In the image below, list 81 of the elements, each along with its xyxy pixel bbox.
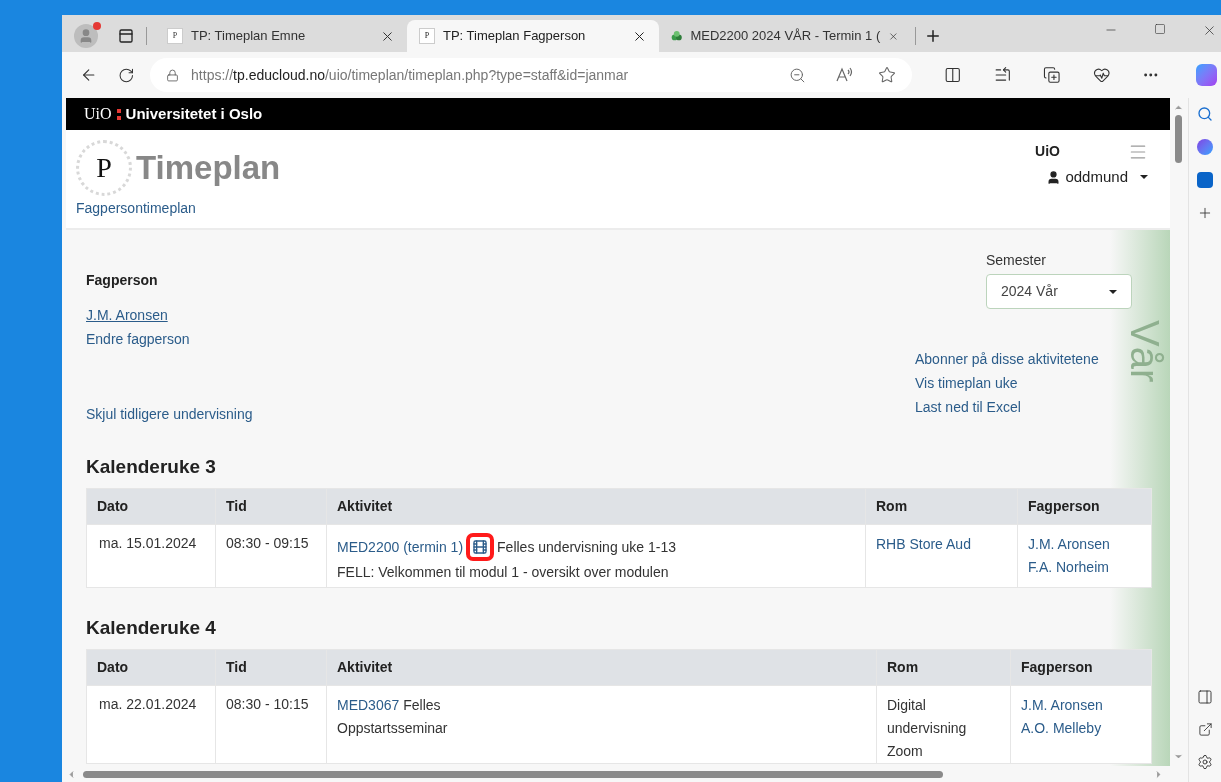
favorite-star-icon[interactable] (878, 66, 896, 84)
column-header: Tid (215, 649, 327, 686)
person-link[interactable]: J.M. Aronsen (86, 305, 168, 326)
room-text: Digital undervisning (887, 696, 968, 738)
settings-icon[interactable] (1197, 754, 1213, 770)
tab-favicon: P (167, 28, 183, 44)
season-label: Vår (1128, 320, 1162, 383)
user-icon (1046, 169, 1062, 185)
reload-icon[interactable] (117, 66, 135, 84)
staff-link[interactable]: J.M. Aronsen (1021, 694, 1141, 717)
zoom-out-icon[interactable] (789, 66, 806, 84)
activity-detail: Oppstartsseminar (337, 719, 449, 738)
url-text: https://tp.educloud.no/uio/timeplan/timeplan.php?type=staff&id=janmar (191, 65, 630, 85)
activity-title: Felles undervisning uke 1-13 (497, 537, 677, 557)
address-bar[interactable]: https://tp.educloud.no/uio/timeplan/timeplan.php?type=staff&id=janmar (150, 58, 912, 92)
dropdown-caret-icon (1109, 289, 1117, 294)
tab-title: TP: Timeplan Fagperson (443, 27, 587, 46)
copilot-app-icon[interactable] (1197, 139, 1213, 155)
action-link[interactable]: Vis timeplan uke (915, 373, 1099, 394)
room-text: Zoom (887, 742, 924, 761)
staff-link[interactable]: A.O. Melleby (1021, 717, 1141, 740)
external-link-icon[interactable] (1197, 722, 1213, 737)
activity-detail: FELL: Velkommen til modul 1 - oversikt over modulen (337, 563, 670, 582)
copilot-icon[interactable] (1195, 64, 1217, 86)
column-header: Rom (876, 649, 1011, 686)
sidebar-toggle-icon[interactable] (1197, 689, 1213, 705)
search-icon[interactable] (1197, 106, 1213, 122)
staff-link[interactable]: J.M. Aronsen (1028, 533, 1141, 556)
new-tab-icon[interactable] (924, 27, 942, 45)
column-header: Tid (215, 488, 327, 525)
tab-actions-icon[interactable] (118, 28, 134, 44)
browser-tab[interactable]: P TP: Timeplan Emne (155, 20, 407, 52)
date-cell: ma. 22.01.2024 (86, 685, 216, 764)
site-title: Timeplan (136, 148, 281, 189)
maximize-icon[interactable] (1154, 23, 1166, 35)
browser-tab[interactable]: MED2200 2024 VÅR - Termin 1 ( (659, 20, 911, 52)
subtitle-link[interactable]: Fagpersontimeplan (76, 198, 281, 219)
favorites-icon[interactable] (993, 66, 1012, 84)
read-aloud-icon[interactable] (834, 67, 854, 83)
mail-app-icon[interactable] (1197, 172, 1213, 188)
collections-icon[interactable] (1043, 66, 1061, 84)
column-header: Fagperson (1010, 649, 1152, 686)
profile-avatar-icon[interactable] (74, 24, 98, 48)
change-person-link[interactable]: Endre fagperson (86, 329, 190, 350)
semester-label: Semester (986, 251, 1046, 270)
hide-earlier-link[interactable]: Skjul tidligere undervisning (86, 404, 253, 425)
column-header: Dato (86, 649, 216, 686)
column-header: Aktivitet (326, 488, 866, 525)
column-header: Aktivitet (326, 649, 877, 686)
brand-mark: UiO (84, 104, 112, 124)
add-icon[interactable] (1197, 205, 1213, 221)
brand-dots-icon (116, 108, 121, 120)
brand-name: Universitetet i Oslo (125, 103, 263, 124)
staff-link[interactable]: F.A. Norheim (1028, 556, 1141, 579)
course-link[interactable]: MED3067 (337, 694, 400, 717)
section-heading: Fagperson (86, 271, 159, 290)
browser-essentials-icon[interactable] (1092, 66, 1111, 84)
week-heading: Kalenderuke 4 (86, 616, 217, 640)
course-link[interactable]: MED2200 (termin 1) (337, 535, 464, 559)
scrollbar-thumb[interactable] (1174, 115, 1182, 163)
date-cell: ma. 15.01.2024 (86, 524, 216, 588)
time-cell: 08:30 - 10:15 (215, 685, 327, 764)
close-window-icon[interactable] (1202, 23, 1217, 38)
activity-title: Felles (403, 696, 441, 715)
column-header: Dato (86, 488, 216, 525)
browser-tab[interactable]: P TP: Timeplan Fagperson (407, 20, 659, 52)
action-link[interactable]: Last ned til Excel (915, 397, 1099, 418)
org-label: UiO (1035, 142, 1060, 161)
scrollbar-thumb[interactable] (83, 770, 943, 778)
split-screen-icon[interactable] (944, 66, 962, 84)
tab-favicon: P (419, 28, 435, 44)
tab-title: TP: Timeplan Emne (191, 27, 307, 46)
tab-title: MED2200 2024 VÅR - Termin 1 ( (690, 27, 881, 46)
user-menu[interactable]: oddmund (1046, 166, 1148, 189)
lock-icon (166, 68, 180, 82)
week-heading: Kalenderuke 3 (86, 455, 217, 479)
column-header: Rom (865, 488, 1018, 525)
timeplan-logo: P (76, 140, 132, 196)
action-link[interactable]: Abonner på disse aktivitetene (915, 349, 1099, 370)
semester-select[interactable]: 2024 Vår (986, 274, 1132, 309)
time-cell: 08:30 - 09:15 (215, 524, 327, 588)
